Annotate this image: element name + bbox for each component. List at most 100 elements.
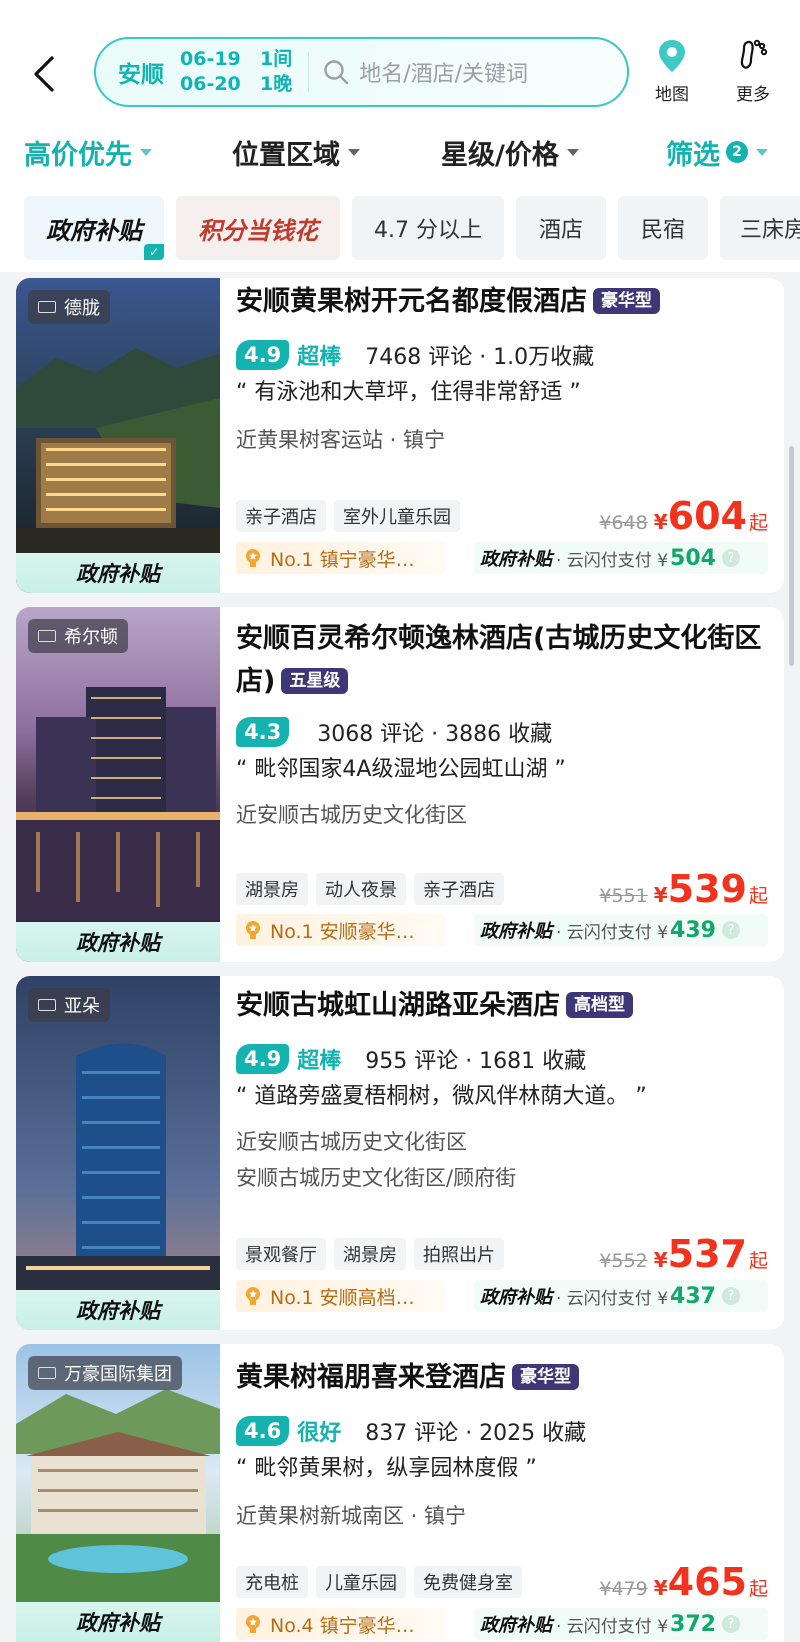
price-suffix: 起 bbox=[748, 1578, 768, 1600]
help-icon[interactable]: ? bbox=[721, 1287, 740, 1305]
hotel-location: 近安顺古城历史文化街区 bbox=[236, 1130, 467, 1154]
hotel-card[interactable]: 万豪国际集团 政府补贴 黄果树福朋喜来登酒店 豪华型 4.6 很好 837 评论 · … bbox=[16, 1344, 784, 1642]
feature-tag: 湖景房 bbox=[334, 1238, 406, 1270]
currency: ¥ bbox=[653, 1576, 668, 1600]
currency: ¥ bbox=[653, 1248, 668, 1272]
feature-tag: 充电桩 bbox=[236, 1566, 308, 1598]
search-input[interactable]: 地名/酒店/关键词 bbox=[359, 56, 528, 88]
rating-word: 很好 bbox=[297, 1421, 342, 1446]
filter-dropdown[interactable]: 筛选 2 bbox=[666, 128, 768, 176]
ranking-badge[interactable]: No.1 镇宁豪华… bbox=[236, 542, 446, 574]
original-price: ¥551 bbox=[599, 885, 648, 907]
hotel-photo[interactable]: 希尔顿 政府补贴 bbox=[16, 607, 220, 962]
header: 安顺 06-19 1间 06-20 1晚 地名/酒店/关键词 地图 更多 高价优先 … bbox=[0, 0, 800, 272]
ranking-text: No.1 安顺高档… bbox=[270, 1286, 415, 1309]
scrollbar[interactable] bbox=[789, 446, 794, 666]
check-icon: ✓ bbox=[144, 244, 164, 260]
original-price: ¥479 bbox=[599, 1578, 648, 1600]
hotel-photo[interactable]: 万豪国际集团 政府补贴 bbox=[16, 1344, 220, 1642]
rating-row: 4.3 3068 评论 · 3886 收藏 bbox=[236, 715, 768, 749]
search-bar[interactable]: 安顺 06-19 1间 06-20 1晚 地名/酒店/关键词 bbox=[94, 37, 629, 107]
hotel-card[interactable]: 希尔顿 政府补贴 安顺百灵希尔顿逸林酒店(古城历史文化街区店) 五星级 4.3 30… bbox=[16, 607, 784, 962]
hotel-card[interactable]: 德胧 政府补贴 安顺黄果树开元名都度假酒店 豪华型 4.9 超棒 7468 评论 · … bbox=[16, 278, 784, 593]
brand-badge: 德胧 bbox=[28, 290, 110, 324]
quick-tag-label: 民宿 bbox=[640, 218, 685, 243]
ranking-text: No.1 镇宁豪华… bbox=[270, 548, 415, 571]
subsidy-info[interactable]: 政府补贴 · 云闪付支付 ¥372? bbox=[474, 1608, 768, 1640]
rating-score: 4.6 bbox=[236, 1416, 290, 1446]
rooms-count: 1间 bbox=[260, 48, 293, 70]
map-label: 地图 bbox=[655, 85, 689, 105]
feature-tags: 湖景房 动人夜景 亲子酒店 bbox=[236, 873, 504, 905]
star-price-dropdown[interactable]: 星级/价格 bbox=[441, 128, 579, 176]
quick-filter-bar: 政府补贴 ✓ 积分当钱花 4.7 分以上 酒店 民宿 三床房 bbox=[0, 196, 800, 262]
map-button[interactable]: 地图 bbox=[642, 38, 702, 108]
subsidy-label: 政府补贴 bbox=[480, 921, 552, 942]
help-icon[interactable]: ? bbox=[721, 1615, 740, 1633]
review-count: 837 评论 · 2025 收藏 bbox=[365, 1421, 587, 1446]
ranking-badge[interactable]: No.1 安顺高档… bbox=[236, 1280, 446, 1312]
hotel-name-row: 安顺黄果树开元名都度假酒店 豪华型 bbox=[236, 282, 768, 322]
star-price-label: 星级/价格 bbox=[441, 139, 559, 171]
review-count: 7468 评论 · 1.0万收藏 bbox=[365, 345, 595, 370]
feature-tag: 湖景房 bbox=[236, 873, 308, 905]
hotel-level-badge: 高档型 bbox=[566, 992, 633, 1018]
ranking-badge[interactable]: No.4 镇宁豪华… bbox=[236, 1608, 446, 1640]
trophy-icon bbox=[246, 549, 260, 567]
price-suffix: 起 bbox=[748, 512, 768, 534]
more-button[interactable]: 更多 bbox=[723, 38, 783, 108]
hotel-card[interactable]: 亚朵 政府补贴 安顺古城虹山湖路亚朵酒店 高档型 4.9 超棒 955 评论 · 16… bbox=[16, 976, 784, 1330]
feature-tag: 亲子酒店 bbox=[236, 500, 326, 532]
price-box: ¥648 ¥604 起 bbox=[599, 496, 768, 536]
subsidy-info[interactable]: 政府补贴 · 云闪付支付 ¥439? bbox=[474, 914, 768, 946]
subsidy-amount: 372 bbox=[670, 1611, 716, 1637]
ranking-text: No.4 镇宁豪华… bbox=[270, 1614, 415, 1637]
hotel-photo[interactable]: 德胧 政府补贴 bbox=[16, 278, 220, 593]
brand-logo-icon bbox=[38, 999, 56, 1011]
quick-tag-hotel[interactable]: 酒店 bbox=[516, 196, 606, 260]
feature-tags: 亲子酒店 室外儿童乐园 bbox=[236, 500, 460, 532]
hotel-name: 安顺黄果树开元名都度假酒店 bbox=[236, 286, 587, 317]
feature-tags: 景观餐厅 湖景房 拍照出片 bbox=[236, 1238, 504, 1270]
feature-tag: 亲子酒店 bbox=[414, 873, 504, 905]
price-sort-dropdown[interactable]: 高价优先 bbox=[24, 128, 152, 176]
subsidy-label: 政府补贴 bbox=[480, 1615, 552, 1636]
location-dropdown[interactable]: 位置区域 bbox=[232, 128, 360, 176]
price-sort-label: 高价优先 bbox=[24, 139, 132, 171]
rating-score: 4.9 bbox=[236, 340, 290, 370]
quick-tag-triple-room[interactable]: 三床房 bbox=[720, 196, 800, 260]
caret-down-icon bbox=[566, 148, 579, 156]
review-quote: “ 毗邻黄果树，纵享园林度假 ” bbox=[236, 1456, 537, 1481]
subsidy-amount: 439 bbox=[670, 917, 716, 943]
review-quote: “ 有泳池和大草坪，住得非常舒适 ” bbox=[236, 380, 581, 405]
date-selector[interactable]: 06-19 1间 06-20 1晚 bbox=[180, 47, 292, 97]
city-selector[interactable]: 安顺 bbox=[118, 55, 170, 89]
brand-name: 万豪国际集团 bbox=[64, 1364, 172, 1385]
feature-tag: 动人夜景 bbox=[316, 873, 406, 905]
review-count: 955 评论 · 1681 收藏 bbox=[365, 1049, 587, 1074]
sort-bar: 高价优先 位置区域 星级/价格 筛选 2 bbox=[0, 128, 800, 178]
brand-badge: 万豪国际集团 bbox=[28, 1356, 182, 1390]
quick-tag-rating[interactable]: 4.7 分以上 bbox=[352, 196, 504, 260]
rating-score: 4.3 bbox=[236, 717, 290, 747]
subsidy-amount: 504 bbox=[670, 545, 716, 571]
feature-tag: 拍照出片 bbox=[414, 1238, 504, 1270]
rating-row: 4.9 超棒 955 评论 · 1681 收藏 bbox=[236, 1042, 768, 1076]
hotel-photo[interactable]: 亚朵 政府补贴 bbox=[16, 976, 220, 1330]
hotel-info: 安顺黄果树开元名都度假酒店 豪华型 4.9 超棒 7468 评论 · 1.0万收藏 “… bbox=[236, 278, 768, 574]
divider bbox=[308, 52, 310, 92]
ranking-badge[interactable]: No.1 安顺豪华… bbox=[236, 914, 446, 946]
hotel-location: 近安顺古城历史文化街区 bbox=[236, 803, 467, 827]
currency: ¥ bbox=[653, 883, 668, 907]
subsidy-text: · 云闪付支付 ¥ bbox=[556, 1616, 669, 1637]
quick-tag-government-subsidy[interactable]: 政府补贴 ✓ bbox=[24, 196, 164, 260]
back-button[interactable] bbox=[24, 48, 64, 100]
help-icon[interactable]: ? bbox=[721, 921, 740, 939]
help-icon[interactable]: ? bbox=[721, 549, 740, 567]
location-label: 位置区域 bbox=[232, 139, 340, 171]
hotel-level-badge: 豪华型 bbox=[512, 1364, 579, 1390]
quick-tag-points[interactable]: 积分当钱花 bbox=[176, 196, 340, 260]
subsidy-info[interactable]: 政府补贴 · 云闪付支付 ¥437? bbox=[474, 1280, 768, 1312]
quick-tag-homestay[interactable]: 民宿 bbox=[618, 196, 708, 260]
subsidy-info[interactable]: 政府补贴 · 云闪付支付 ¥504? bbox=[474, 542, 768, 574]
